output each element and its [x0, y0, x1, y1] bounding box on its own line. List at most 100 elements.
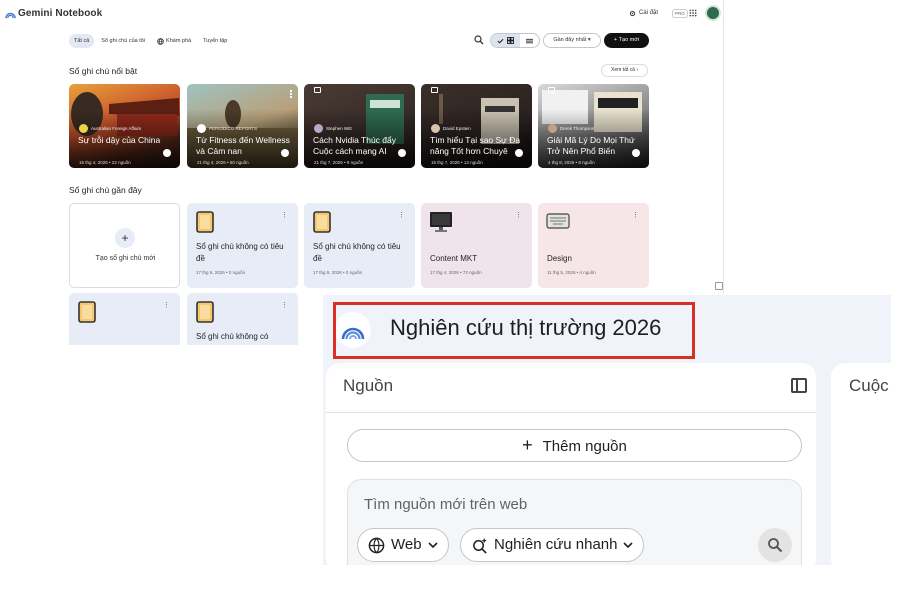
- more-vert-icon[interactable]: ⋮: [515, 212, 522, 219]
- top-bar: Gemini Notebook Cài đặt PRO: [0, 0, 723, 26]
- notebook-card[interactable]: ⋮ Sổ ghi chú không có: [187, 293, 298, 345]
- card-meta: 21 thg 7, 2026 • 9 nguồn: [314, 160, 364, 165]
- featured-card[interactable]: PERIODICO REPORTS Từ Fitness đến Wellnes…: [187, 84, 298, 168]
- chip-all[interactable]: Tất cả: [69, 34, 95, 48]
- keyboard-icon: [546, 213, 570, 229]
- more-vert-icon[interactable]: ⋮: [281, 212, 288, 219]
- book-icon: [548, 87, 555, 93]
- gemini-logo-icon: [5, 12, 16, 19]
- grid-icon: [506, 37, 514, 44]
- globe-icon: [157, 37, 164, 45]
- plus-icon: +: [522, 435, 533, 455]
- avatar[interactable]: [705, 5, 721, 21]
- research-mode-dropdown[interactable]: Nghiên cứu nhanh: [460, 528, 645, 562]
- card-title: Từ Fitness đến Wellness và Cảm nan: [196, 135, 290, 156]
- card-source-label: David Epstein: [443, 126, 471, 131]
- chip-my-notebooks[interactable]: Sổ ghi chú của tôi: [96, 34, 150, 48]
- notebook-emoji-icon: [196, 301, 214, 323]
- notebook-card[interactable]: ⋮: [69, 293, 180, 345]
- notebook-card[interactable]: ⋮ Sổ ghi chú không có tiêu đề 17 thg 9, …: [304, 203, 415, 288]
- notebook-card[interactable]: ⋮ Content MKT 17 thg 4, 2026 • 72 nguồn: [421, 203, 532, 288]
- card-meta: 15 thg 4, 2026 • 22 nguồn: [79, 160, 131, 165]
- create-notebook-card[interactable]: + Tạo sổ ghi chú mới: [69, 203, 180, 288]
- plus-icon: +: [613, 37, 618, 43]
- apps-grid-icon[interactable]: [689, 9, 697, 17]
- check-icon: [497, 38, 504, 43]
- card-source: PERIODICO REPORTS: [197, 124, 257, 133]
- globe-icon: [281, 149, 289, 157]
- resize-icon[interactable]: [715, 282, 723, 290]
- card-title: Tìm hiểu Tại sao Sự Đa năng Tốt hơn Chuy…: [430, 135, 521, 156]
- grid-view-button[interactable]: [491, 34, 520, 47]
- research-option-label: Nghiên cứu nhanh: [494, 536, 618, 553]
- list-view-button[interactable]: [520, 34, 539, 47]
- create-notebook-label: Tạo sổ ghi chú mới: [95, 255, 156, 262]
- notebook-card[interactable]: ⋮ Design 11 thg 5, 2026 • 4 nguồn: [538, 203, 649, 288]
- search-icon[interactable]: [474, 35, 484, 45]
- notebook-home: Gemini Notebook Cài đặt PRO Tất cả Sổ gh…: [0, 0, 724, 293]
- featured-card[interactable]: Stephen Witt Cách Nvidia Thúc đẩy Cuộc c…: [304, 84, 415, 168]
- add-source-button[interactable]: + Thêm nguồn: [347, 429, 802, 462]
- web-search-submit-button[interactable]: [758, 528, 792, 562]
- web-option-label: Web: [391, 536, 422, 553]
- notebook-meta: 17 thg 4, 2026 • 72 nguồn: [430, 270, 482, 275]
- author-avatar-icon: [314, 124, 323, 133]
- see-all-label: Xem tất cả: [611, 67, 635, 73]
- globe-icon: [632, 149, 640, 157]
- more-vert-icon[interactable]: ⋮: [281, 302, 288, 309]
- card-title: Cách Nvidia Thúc đẩy Cuộc cách mạng AI: [313, 135, 396, 156]
- notebook-title: Sổ ghi chú không có tiêu đề: [196, 242, 284, 263]
- chip-explore[interactable]: Khám phá: [152, 34, 196, 48]
- gear-icon: [629, 10, 636, 17]
- sort-dropdown[interactable]: Gần đây nhất ▾: [543, 33, 601, 48]
- plus-icon: +: [115, 228, 135, 248]
- card-source: Derek Thompson: [548, 124, 594, 133]
- sources-heading: Nguồn: [343, 376, 394, 395]
- book-icon: [431, 87, 438, 93]
- globe-icon: [515, 149, 523, 157]
- create-new-button[interactable]: + Tạo mới: [604, 33, 649, 48]
- author-avatar-icon: [548, 124, 557, 133]
- notebook-card[interactable]: ⋮ Sổ ghi chú không có tiêu đề 17 thg 9, …: [187, 203, 298, 288]
- notebook-header: Nghiên cứu thị trường 2026: [323, 295, 891, 359]
- caret-down-icon: ▾: [587, 37, 591, 43]
- publisher-logo-icon: [197, 124, 206, 133]
- notebook-meta: 17 thg 9, 2026 • 0 nguồn: [313, 270, 363, 275]
- search-icon: [768, 538, 783, 553]
- chip-collections[interactable]: Tuyển tập: [198, 34, 232, 48]
- globe-icon: [398, 149, 406, 157]
- featured-card[interactable]: Australian Foreign Affairs Sự trỗi dậy c…: [69, 84, 180, 168]
- web-search-input[interactable]: Tìm nguồn mới trên web: [364, 496, 527, 513]
- monitor-icon: [430, 212, 452, 232]
- more-vert-icon[interactable]: ⋮: [632, 212, 639, 219]
- collapse-panel-icon[interactable]: [791, 378, 807, 393]
- card-source-label: Derek Thompson: [560, 126, 595, 131]
- chat-heading: Cuộc: [849, 376, 889, 395]
- featured-card[interactable]: Derek Thompson Giải Mã Lý Do Mọi Thứ Trở…: [538, 84, 649, 168]
- notebook-emoji-icon: [313, 211, 331, 233]
- see-all-button[interactable]: Xem tất cả ›: [601, 64, 648, 77]
- chevron-down-icon: [428, 541, 438, 548]
- create-new-label: Tạo mới: [618, 37, 640, 43]
- settings-label: Cài đặt: [639, 10, 659, 16]
- view-toggle: [490, 33, 540, 48]
- sort-label: Gần đây nhất: [553, 37, 587, 43]
- sparkle-search-icon: [473, 537, 487, 554]
- card-title: Sự trỗi dậy của China: [78, 135, 161, 145]
- card-meta: 15 thg 7, 2026 • 13 nguồn: [431, 160, 483, 165]
- more-vert-icon[interactable]: ⋮: [163, 302, 170, 309]
- recent-heading: Sổ ghi chú gần đây: [69, 185, 142, 195]
- notebook-zoom-view: Nghiên cứu thị trường 2026 Nguồn + Thêm n…: [323, 295, 891, 565]
- notebook-title: Sổ ghi chú không có tiêu đề: [313, 242, 401, 263]
- filter-chips: Tất cả Sổ ghi chú của tôi Khám phá Tuyển…: [69, 34, 232, 48]
- web-source-dropdown[interactable]: Web: [357, 528, 449, 562]
- notebook-meta: 11 thg 5, 2026 • 4 nguồn: [547, 270, 596, 275]
- settings-button[interactable]: Cài đặt: [625, 7, 662, 20]
- add-source-label: Thêm nguồn: [542, 438, 627, 455]
- globe-icon: [368, 537, 385, 553]
- more-vert-icon[interactable]: [290, 90, 292, 98]
- pro-badge: PRO: [672, 9, 688, 18]
- more-vert-icon[interactable]: ⋮: [398, 212, 405, 219]
- card-meta: 4 thg 8, 2026 • 8 nguồn: [548, 160, 595, 165]
- featured-card[interactable]: David Epstein Tìm hiểu Tại sao Sự Đa năn…: [421, 84, 532, 168]
